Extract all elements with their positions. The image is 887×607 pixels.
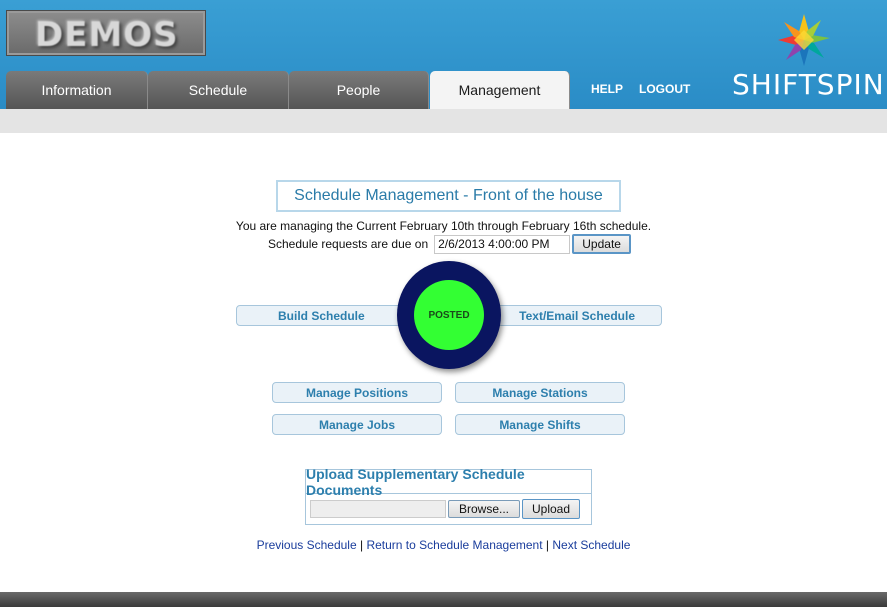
tab-subbar xyxy=(0,109,887,133)
app-header: DEMOS Information Schedule People Manage… xyxy=(0,0,887,109)
tab-label: People xyxy=(336,82,381,98)
due-date-input[interactable] xyxy=(434,234,571,254)
due-label: Schedule requests are due on xyxy=(268,237,429,251)
upload-row: Browse... Upload xyxy=(306,494,591,519)
shiftspin-star-icon xyxy=(778,14,830,66)
upload-title: Upload Supplementary Schedule Documents xyxy=(306,466,591,498)
help-link[interactable]: HELP xyxy=(591,82,623,96)
upload-panel: Upload Supplementary Schedule Documents … xyxy=(305,466,592,525)
nav-separator: | xyxy=(545,538,550,552)
tab-people[interactable]: People xyxy=(289,71,429,109)
previous-schedule-link[interactable]: Previous Schedule xyxy=(257,538,357,552)
status-indicator: POSTED xyxy=(397,261,501,369)
page-title-text: Schedule Management - Front of the house xyxy=(294,187,603,204)
managing-text: You are managing the Current February 10… xyxy=(235,219,652,233)
text-email-schedule-label: Text/Email Schedule xyxy=(519,308,635,323)
page-title: Schedule Management - Front of the house xyxy=(276,180,621,212)
manage-shifts-button[interactable]: Manage Shifts xyxy=(455,414,625,435)
logout-link[interactable]: LOGOUT xyxy=(639,82,690,96)
tab-schedule[interactable]: Schedule xyxy=(148,71,289,109)
file-path-field[interactable] xyxy=(310,500,446,518)
build-schedule-label: Build Schedule xyxy=(278,308,365,323)
demos-logo: DEMOS xyxy=(6,10,206,56)
brand-name: SHIFTSPIN xyxy=(732,68,885,101)
return-schedule-management-link[interactable]: Return to Schedule Management xyxy=(366,538,542,552)
browse-button[interactable]: Browse... xyxy=(448,500,520,518)
upload-button[interactable]: Upload xyxy=(522,499,580,519)
update-button[interactable]: Update xyxy=(572,234,632,254)
manage-positions-button[interactable]: Manage Positions xyxy=(272,382,442,403)
tab-label: Schedule xyxy=(188,82,248,98)
manage-stations-button[interactable]: Manage Stations xyxy=(455,382,625,403)
due-row: Schedule requests are due on Update xyxy=(268,234,632,254)
tab-information[interactable]: Information xyxy=(6,71,148,109)
next-schedule-link[interactable]: Next Schedule xyxy=(552,538,630,552)
tab-label: Management xyxy=(458,82,541,98)
manage-jobs-button[interactable]: Manage Jobs xyxy=(272,414,442,435)
status-badge: POSTED xyxy=(414,280,484,350)
tab-management[interactable]: Management xyxy=(430,71,570,109)
schedule-nav: Previous Schedule | Return to Schedule M… xyxy=(0,538,887,552)
nav-separator: | xyxy=(359,538,364,552)
footer-bar xyxy=(0,592,887,607)
tab-label: Information xyxy=(41,82,112,98)
logo-text: DEMOS xyxy=(35,15,179,55)
